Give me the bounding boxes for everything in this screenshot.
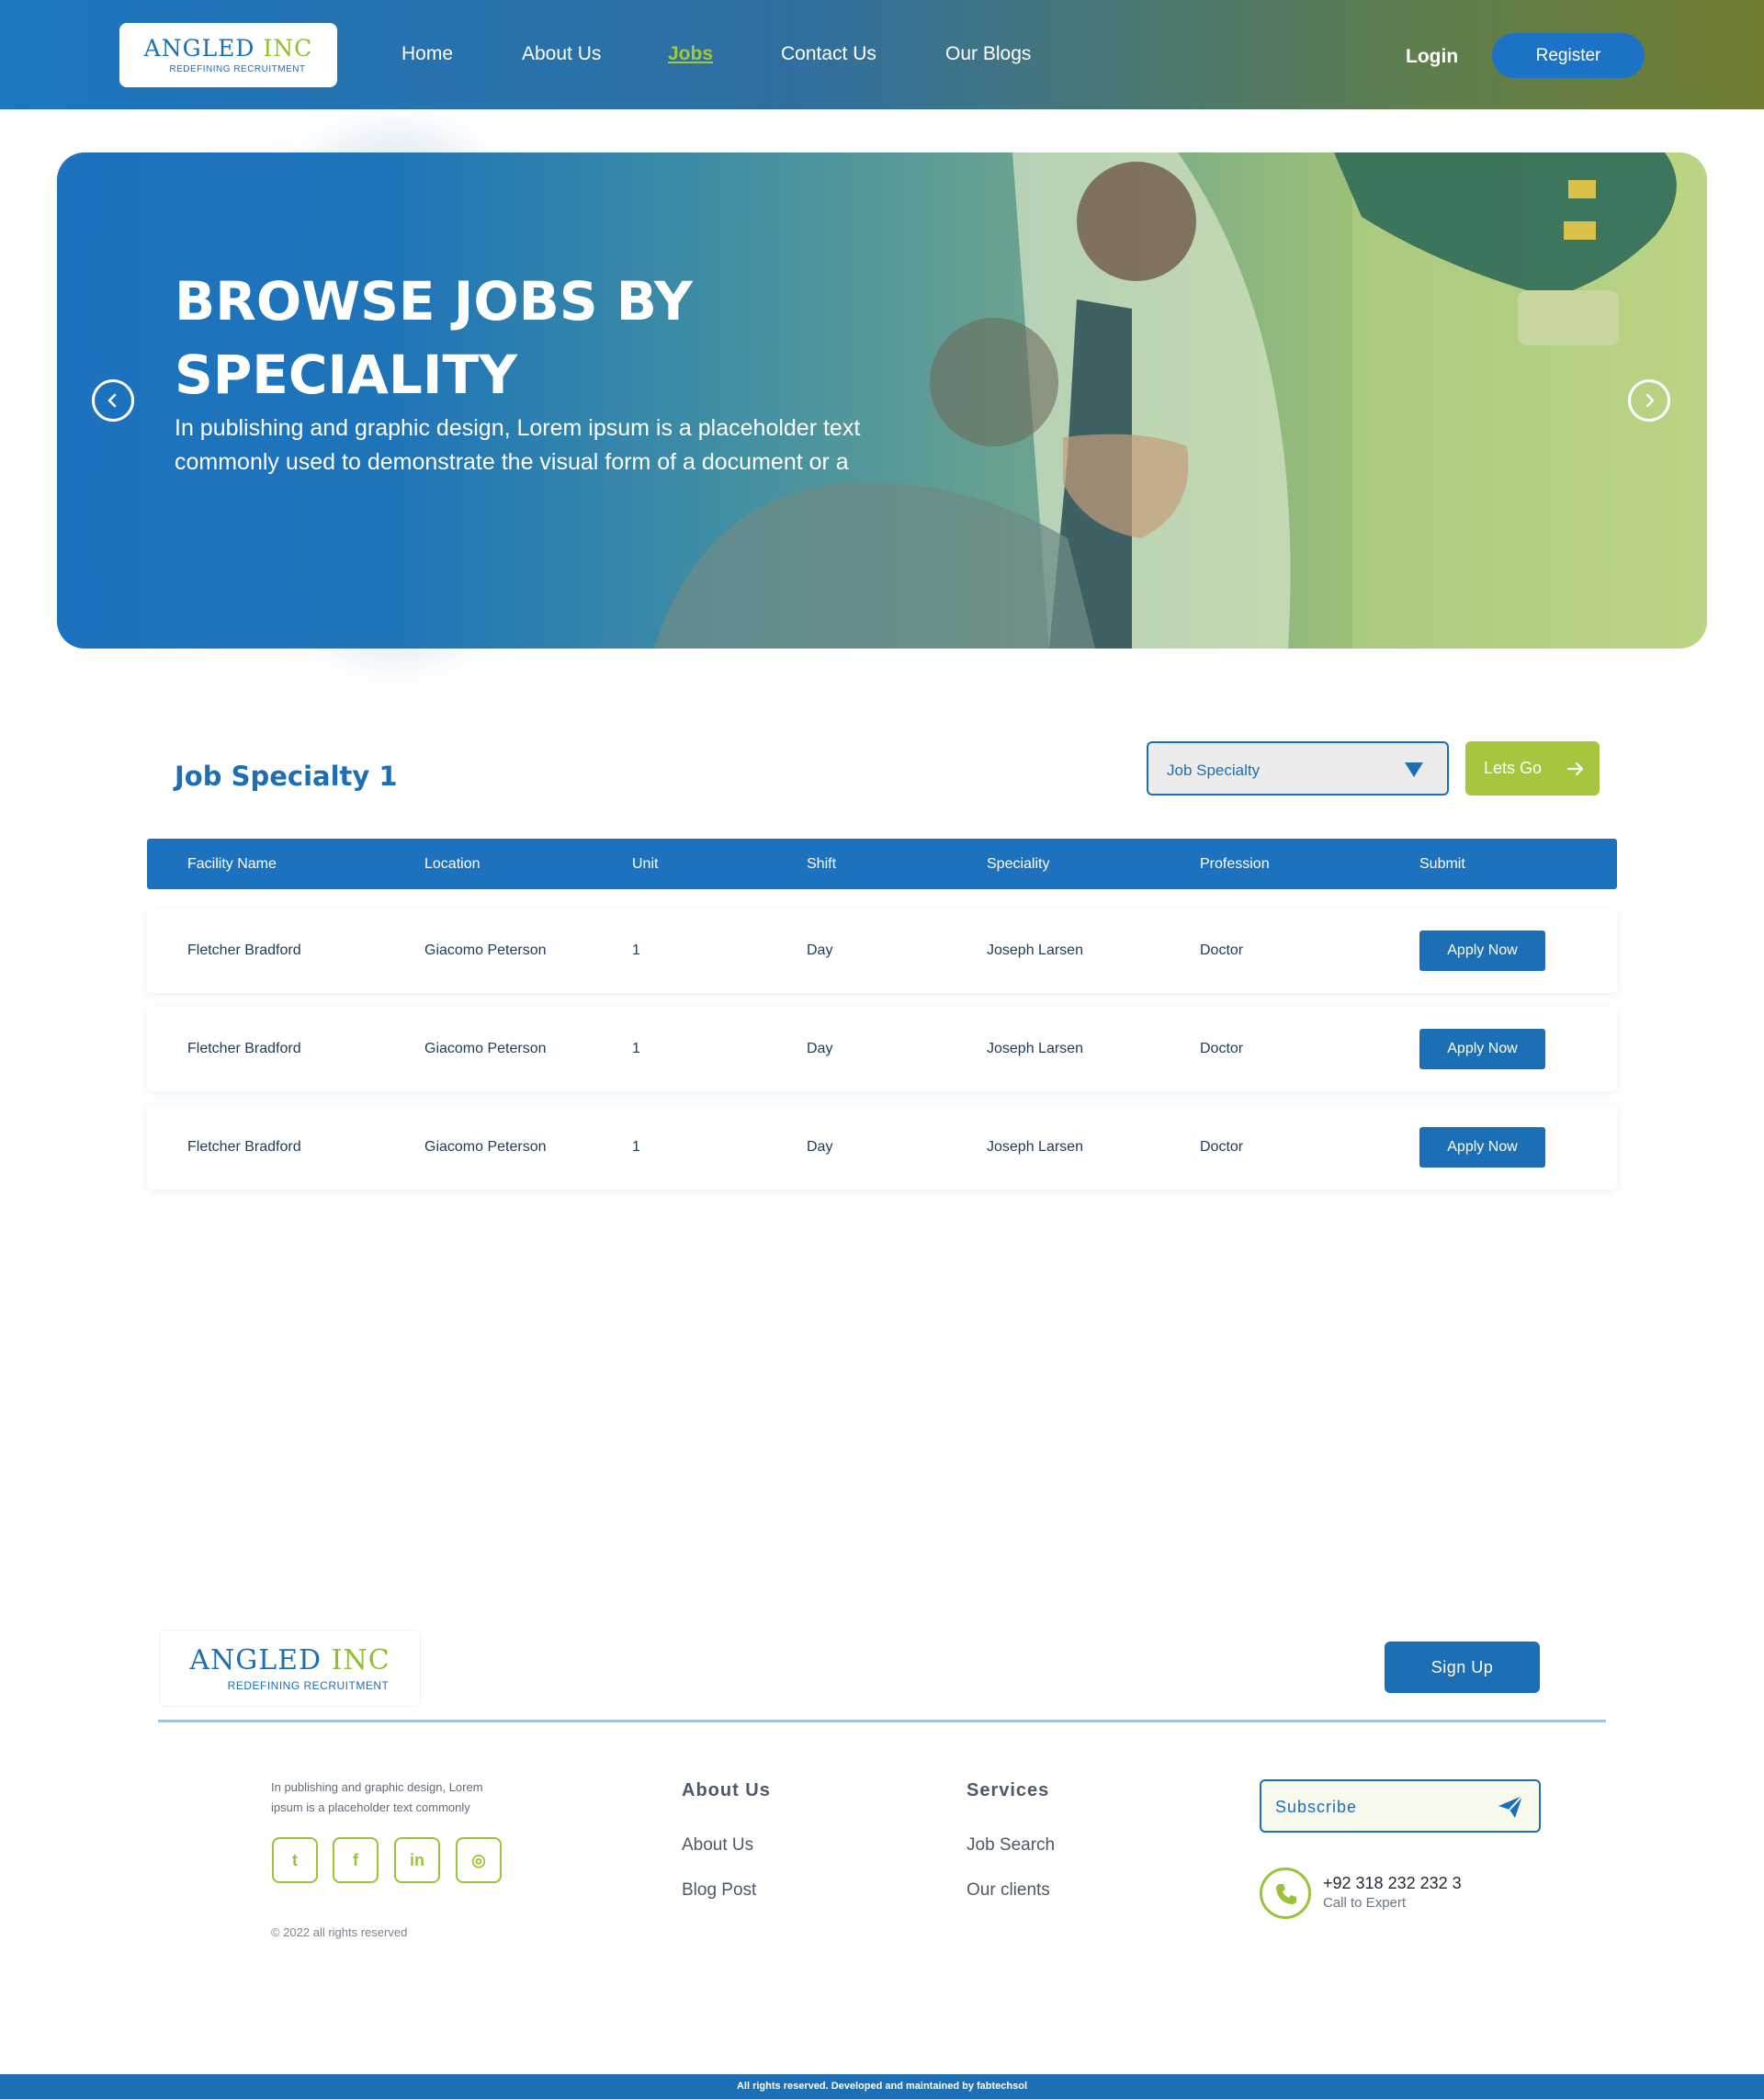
bottom-bar-text: All rights reserved. Developed and maint… (736, 2081, 1028, 2092)
sign-up-button[interactable]: Sign Up (1385, 1642, 1540, 1693)
phone-caption: Call to Expert (1323, 1895, 1407, 1911)
table-header: Facility Name Location Unit Shift Specia… (147, 839, 1617, 889)
footer-description: In publishing and graphic design, Lorem … (271, 1780, 483, 1814)
table-row: Fletcher Bradford Giacomo Peterson 1 Day… (147, 908, 1617, 993)
cell-unit: 1 (632, 1041, 640, 1056)
send-icon[interactable] (1497, 1794, 1524, 1820)
chevron-right-icon (1645, 393, 1655, 408)
footer-divider (158, 1720, 1606, 1722)
cell-shift: Day (807, 1041, 833, 1056)
nav-link-about[interactable]: About Us (522, 43, 601, 65)
lets-go-button[interactable]: Lets Go (1465, 741, 1600, 796)
cell-facility: Fletcher Bradford (187, 1041, 301, 1056)
cell-facility: Fletcher Bradford (187, 942, 301, 958)
phone-call-button[interactable] (1260, 1868, 1311, 1919)
logo-wordmark: ANGLED INC (143, 35, 313, 62)
cell-facility: Fletcher Bradford (187, 1139, 301, 1155)
col-submit: Submit (1419, 856, 1465, 872)
nav-link-jobs[interactable]: Jobs (668, 43, 713, 65)
cell-unit: 1 (632, 1139, 640, 1155)
job-specialty-select[interactable]: Job Specialty (1147, 741, 1449, 796)
footer-link-about-us[interactable]: About Us (682, 1835, 753, 1856)
facebook-icon[interactable]: f (333, 1837, 379, 1883)
phone-number: +92 318 232 232 3 (1323, 1874, 1462, 1892)
top-navbar: ANGLED INC REDEFINING RECRUITMENT Home A… (0, 0, 1764, 109)
arrow-right-icon (1566, 762, 1584, 776)
apply-now-button[interactable]: Apply Now (1419, 1029, 1545, 1069)
phone-icon (1276, 1884, 1296, 1904)
nav-link-contact[interactable]: Contact Us (781, 43, 876, 65)
table-row: Fletcher Bradford Giacomo Peterson 1 Day… (147, 1007, 1617, 1091)
logo-tagline: REDEFINING RECRUITMENT (169, 64, 306, 74)
brand-logo[interactable]: ANGLED INC REDEFINING RECRUITMENT (119, 23, 337, 87)
cell-location: Giacomo Peterson (424, 942, 547, 958)
footer-about-heading: About Us (682, 1780, 771, 1800)
carousel-next-button[interactable] (1628, 379, 1670, 422)
twitter-icon[interactable]: t (272, 1837, 318, 1883)
apply-now-button[interactable]: Apply Now (1419, 1127, 1545, 1168)
footer-logo-wordmark: ANGLED INC (189, 1644, 390, 1676)
hero-title: BROWSE JOBS BY SPECIALITY (175, 270, 693, 406)
instagram-icon[interactable]: ◎ (456, 1837, 502, 1883)
nav-link-blogs[interactable]: Our Blogs (945, 43, 1031, 65)
col-unit: Unit (632, 856, 659, 872)
cell-profession: Doctor (1200, 1139, 1244, 1155)
cell-shift: Day (807, 942, 833, 958)
footer-logo[interactable]: ANGLED INC REDEFINING RECRUITMENT (159, 1630, 421, 1707)
carousel-prev-button[interactable] (92, 379, 134, 422)
cell-speciality: Joseph Larsen (987, 1139, 1083, 1155)
footer-link-job-search[interactable]: Job Search (967, 1835, 1055, 1856)
job-section-title: Job Specialty 1 (175, 761, 398, 792)
cell-speciality: Joseph Larsen (987, 1041, 1083, 1056)
cell-profession: Doctor (1200, 942, 1244, 958)
footer-logo-tagline: REDEFINING RECRUITMENT (227, 1679, 390, 1692)
login-link[interactable]: Login (1406, 46, 1458, 68)
cell-profession: Doctor (1200, 1041, 1244, 1056)
col-location: Location (424, 856, 481, 872)
col-shift: Shift (807, 856, 837, 872)
table-row: Fletcher Bradford Giacomo Peterson 1 Day… (147, 1105, 1617, 1190)
footer-link-blog-post[interactable]: Blog Post (682, 1880, 756, 1901)
nav-link-home[interactable]: Home (401, 43, 453, 65)
cell-location: Giacomo Peterson (424, 1139, 547, 1155)
col-profession: Profession (1200, 856, 1270, 872)
col-speciality: Speciality (987, 856, 1050, 872)
hero-banner: BROWSE JOBS BY SPECIALITY In publishing … (57, 152, 1707, 649)
footer-link-our-clients[interactable]: Our clients (967, 1880, 1050, 1901)
apply-now-button[interactable]: Apply Now (1419, 931, 1545, 971)
subscribe-placeholder: Subscribe (1275, 1798, 1358, 1816)
linkedin-icon[interactable]: in (394, 1837, 440, 1883)
footer-services-heading: Services (967, 1780, 1050, 1800)
copyright-text: © 2022 all rights reserved (271, 1925, 408, 1939)
register-button[interactable]: Register (1492, 33, 1645, 78)
select-value: Job Specialty (1167, 762, 1261, 779)
cell-shift: Day (807, 1139, 833, 1155)
cell-unit: 1 (632, 942, 640, 958)
col-facility-name: Facility Name (187, 856, 277, 872)
caret-down-icon (1405, 762, 1423, 777)
chevron-left-icon (107, 393, 117, 408)
subscribe-input[interactable]: Subscribe (1260, 1779, 1541, 1833)
hero-description: In publishing and graphic design, Lorem … (175, 415, 861, 475)
bottom-bar: All rights reserved. Developed and maint… (0, 2074, 1764, 2099)
cell-speciality: Joseph Larsen (987, 942, 1083, 958)
lets-go-label: Lets Go (1484, 759, 1543, 777)
cell-location: Giacomo Peterson (424, 1041, 547, 1056)
